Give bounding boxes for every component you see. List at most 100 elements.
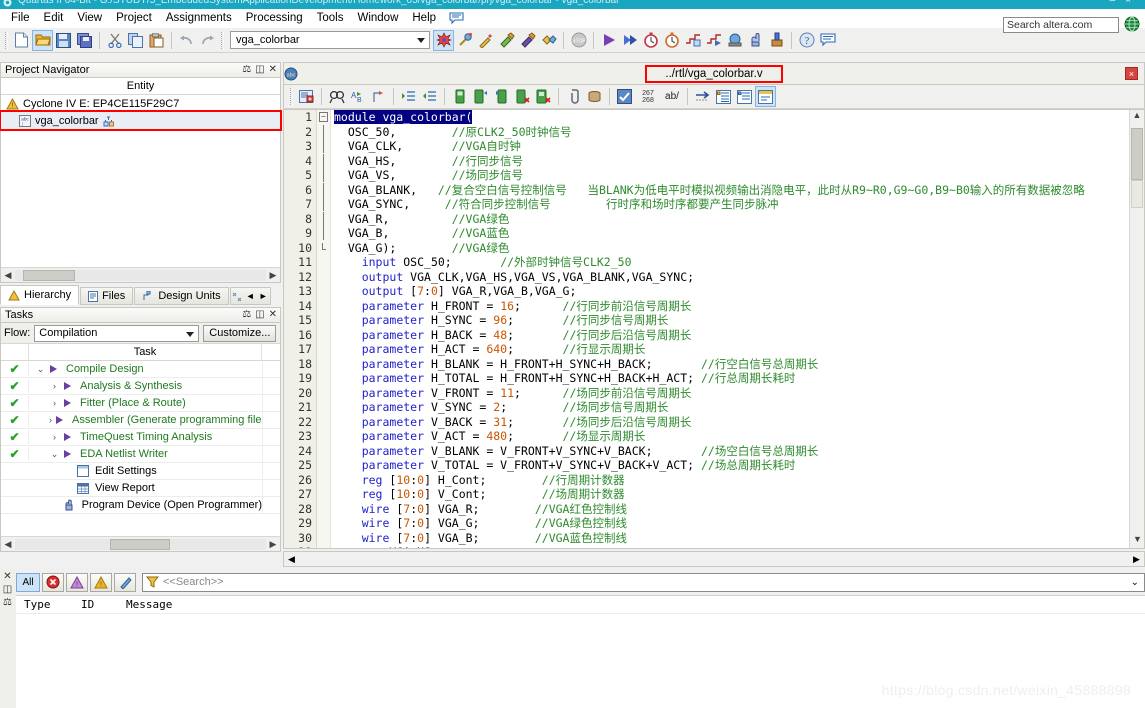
task-row[interactable]: ✔ ⌄ Compile Design xyxy=(1,361,280,378)
code-line[interactable]: VGA_CLK, //VGA自时钟 xyxy=(334,139,1144,154)
code-line[interactable]: VGA_BLANK, //复合空白信号控制信号 当BLANK为低电平时模拟视频输… xyxy=(334,183,1144,198)
code-line[interactable]: parameter V_BLANK = V_FRONT+V_SYNC+V_BAC… xyxy=(334,444,1144,459)
collapse-all-icon[interactable] xyxy=(734,86,755,107)
code-line[interactable]: wire [7:0] VGA_B; //VGA蓝色控制线 xyxy=(334,531,1144,546)
open-file-icon[interactable] xyxy=(32,29,53,51)
code-line[interactable]: parameter V_ACT = 480; //场显示周期长 xyxy=(334,429,1144,444)
fold-marker[interactable] xyxy=(317,516,330,531)
code-line[interactable]: wire [7:0] VGA_R; //VGA红色控制线 xyxy=(334,502,1144,517)
chevron-down-icon[interactable] xyxy=(417,37,425,43)
programmer-icon[interactable] xyxy=(724,30,745,51)
restore-icon[interactable]: ◫ xyxy=(255,309,264,320)
fold-marker[interactable] xyxy=(317,328,330,343)
code-line[interactable]: VGA_R, //VGA绿色 xyxy=(334,212,1144,227)
fold-marker[interactable] xyxy=(317,531,330,546)
code-line[interactable]: reg [10:0] V_Cont; //场周期计数器 xyxy=(334,487,1144,502)
tab-prev-button[interactable]: ◄ xyxy=(244,291,257,301)
menu-item-tools[interactable]: Tools xyxy=(310,10,351,26)
restore-icon[interactable]: ◫ xyxy=(255,64,264,75)
scroll-right-icon[interactable]: ▶ xyxy=(266,539,280,550)
task-row[interactable]: Program Device (Open Programmer) xyxy=(1,497,280,514)
critical-warning-icon[interactable]: ! xyxy=(66,572,88,592)
fold-marker[interactable] xyxy=(317,182,330,198)
code-line[interactable]: wire [7:0] VGA_G; //VGA绿色控制线 xyxy=(334,516,1144,531)
chip-planner-icon[interactable] xyxy=(745,30,766,51)
code-line[interactable]: OSC_50, //原CLK2_50时钟信号 xyxy=(334,125,1144,140)
task-expander-icon[interactable]: › xyxy=(49,432,60,442)
new-file-icon[interactable] xyxy=(11,30,32,51)
fold-marker[interactable] xyxy=(317,342,330,357)
fold-marker[interactable] xyxy=(317,270,330,285)
collapse-icon[interactable] xyxy=(692,86,713,107)
code-line[interactable]: VGA_VS, //场同步信号 xyxy=(334,168,1144,183)
scroll-left-icon[interactable]: ◀ xyxy=(1,270,15,281)
search-input[interactable]: Search altera.com xyxy=(1003,17,1119,33)
task-expander-icon[interactable]: › xyxy=(49,398,60,408)
check-syntax-icon[interactable] xyxy=(614,86,635,107)
toolbar-grip[interactable] xyxy=(5,31,8,49)
eda-netlist-icon[interactable] xyxy=(538,30,559,51)
code-line[interactable]: module vga_colorbar( xyxy=(334,110,1144,125)
increase-indent-icon[interactable] xyxy=(398,86,419,107)
expand-all-icon[interactable] xyxy=(713,86,734,107)
word-wrap-icon[interactable] xyxy=(755,86,776,107)
signaltap-icon[interactable] xyxy=(766,30,787,51)
paste-icon[interactable] xyxy=(146,30,167,51)
comment-block-icon[interactable] xyxy=(491,86,512,107)
hscroll-track[interactable] xyxy=(15,269,266,281)
save-icon[interactable] xyxy=(53,30,74,51)
timing-analyzer-icon[interactable] xyxy=(640,30,661,51)
code-line[interactable]: output [7:0] VGA_R,VGA_B,VGA_G; xyxy=(334,284,1144,299)
ab-slash-icon[interactable]: ab/ xyxy=(661,86,683,107)
fold-marker[interactable] xyxy=(317,357,330,372)
uncomment-icon[interactable] xyxy=(470,86,491,107)
comment-icon[interactable] xyxy=(449,86,470,107)
fold-marker[interactable] xyxy=(317,313,330,328)
code-line[interactable]: output VGA_CLK,VGA_HS,VGA_VS,VGA_BLANK,V… xyxy=(334,270,1144,285)
tasks-hscrollbar[interactable]: ◀ ▶ xyxy=(1,536,280,551)
messages-side-controls[interactable]: ✕ ◫ ⚖ xyxy=(0,568,15,708)
close-icon[interactable]: ✕ xyxy=(0,570,15,583)
fold-marker[interactable] xyxy=(317,545,330,548)
hscroll-thumb[interactable] xyxy=(110,538,170,550)
menu-item-project[interactable]: Project xyxy=(109,10,159,26)
toolbar-grip[interactable] xyxy=(290,88,293,105)
editor-hscrollbar[interactable]: ◀ ▶ xyxy=(283,551,1145,567)
code-line[interactable]: VGA_B, //VGA蓝色 xyxy=(334,226,1144,241)
menu-item-window[interactable]: Window xyxy=(350,10,405,26)
warning-icon[interactable]: ! xyxy=(90,572,112,592)
fold-marker[interactable]: − xyxy=(317,110,330,125)
menu-item-help[interactable]: Help xyxy=(405,10,443,26)
find-replace-icon[interactable]: AB xyxy=(347,86,368,107)
analysis-synthesis-icon[interactable] xyxy=(454,30,475,51)
fold-marker[interactable] xyxy=(317,139,330,154)
scroll-lock-icon[interactable] xyxy=(584,86,605,107)
fold-marker[interactable] xyxy=(317,226,330,241)
stop-icon[interactable]: STOP xyxy=(568,30,589,51)
menu-item-processing[interactable]: Processing xyxy=(239,10,310,26)
code-line[interactable]: VGA_HS, //行同步信号 xyxy=(334,154,1144,169)
task-row[interactable]: ✔ ⌄ EDA Netlist Writer xyxy=(1,446,280,463)
restore-icon[interactable]: ◫ xyxy=(0,583,15,596)
chevron-down-icon[interactable] xyxy=(186,331,195,337)
task-expander-icon[interactable]: › xyxy=(49,381,60,391)
remove-all-comment-icon[interactable] xyxy=(533,86,554,107)
fold-marker[interactable] xyxy=(317,168,330,183)
copy-icon[interactable] xyxy=(125,30,146,51)
globe-icon[interactable] xyxy=(1124,16,1140,32)
fold-marker[interactable] xyxy=(317,241,330,256)
minimize-button[interactable]: – xyxy=(1110,0,1126,6)
error-icon[interactable] xyxy=(42,572,64,592)
remove-comment-icon[interactable] xyxy=(512,86,533,107)
cut-icon[interactable] xyxy=(104,30,125,51)
hscroll-thumb[interactable] xyxy=(23,269,75,281)
customize-button[interactable]: Customize... xyxy=(203,324,277,342)
menu-item-edit[interactable]: Edit xyxy=(37,10,71,26)
pin-icon[interactable]: ⚖ xyxy=(242,309,251,320)
code-line[interactable]: parameter V_BACK = 31; //场同步后沿信号周期长 xyxy=(334,415,1144,430)
scroll-left-icon[interactable]: ◀ xyxy=(284,554,299,565)
fitter-icon[interactable] xyxy=(475,30,496,51)
fold-marker[interactable] xyxy=(317,429,330,444)
task-row[interactable]: ✔ › TimeQuest Timing Analysis xyxy=(1,429,280,446)
window-controls[interactable]: –× xyxy=(1110,0,1141,6)
